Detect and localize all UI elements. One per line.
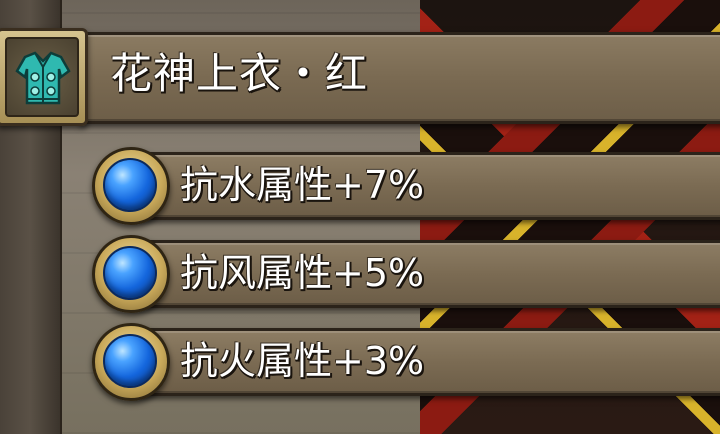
- stat-label: 抗火属性+3%: [180, 339, 425, 383]
- blue-gem-icon: [103, 158, 157, 212]
- stat-orb: [92, 235, 170, 313]
- item-name: 花神上衣・红: [110, 49, 369, 98]
- blue-gem-icon: [103, 334, 157, 388]
- armor-icon: [15, 51, 71, 105]
- stat-label: 抗水属性+7%: [180, 163, 425, 207]
- stat-orb: [92, 323, 170, 401]
- stat-orb: [92, 147, 170, 225]
- stat-label: 抗风属性+5%: [180, 251, 425, 295]
- blue-gem-icon: [103, 246, 157, 300]
- item-icon-frame[interactable]: [0, 28, 88, 126]
- item-icon-slot: [5, 37, 79, 117]
